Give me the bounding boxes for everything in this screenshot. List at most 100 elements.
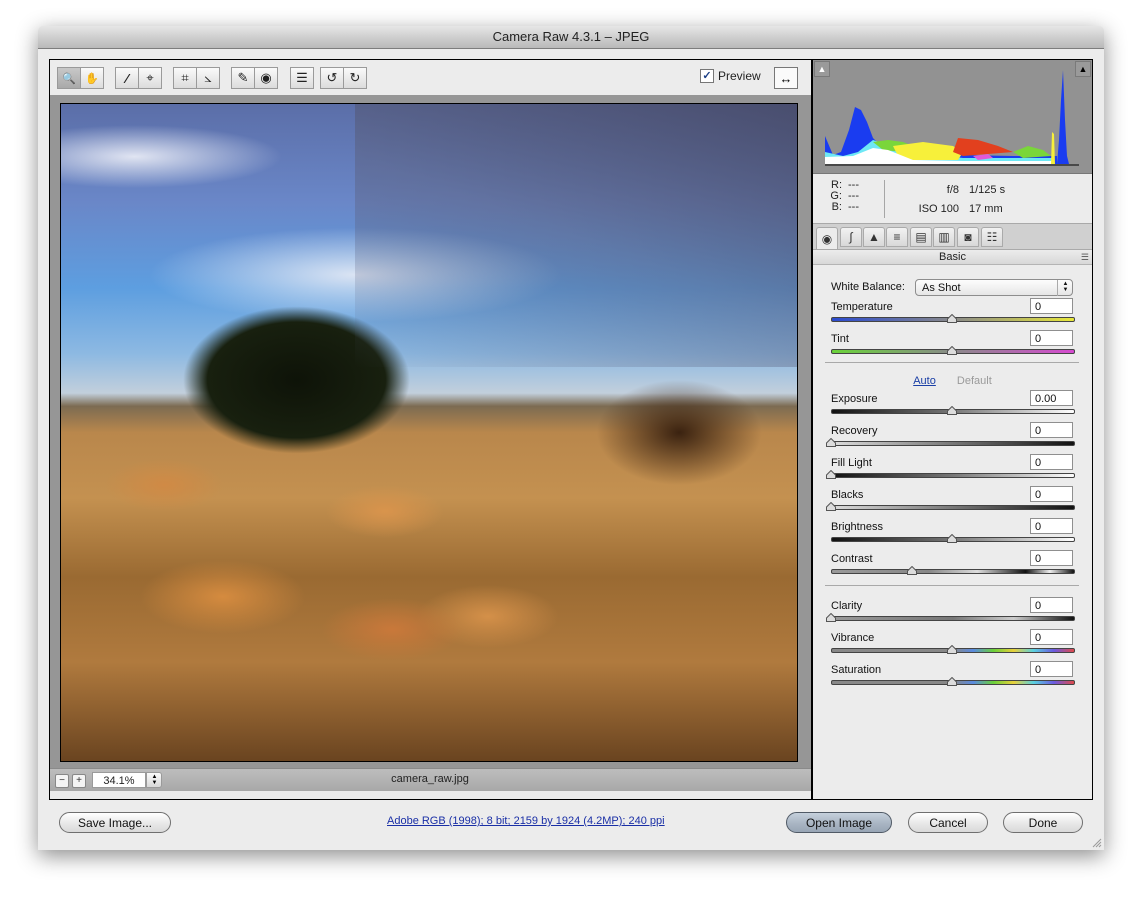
cancel-button[interactable]: Cancel (908, 812, 988, 833)
highlight-clipping-warning-button[interactable]: ▲ (1075, 61, 1091, 77)
vibrance-value-field[interactable]: 0 (1030, 629, 1073, 645)
saturation-value-field[interactable]: 0 (1030, 661, 1073, 677)
tab-hsl[interactable]: ≡ (886, 227, 908, 247)
panel-header: Basic ☰ (813, 249, 1092, 265)
crop-tools: ⌗ ⦣ (173, 67, 220, 89)
auto-default-links: Auto Default (813, 375, 1092, 387)
white-balance-tool-button[interactable]: ⁄ (115, 67, 139, 89)
zoom-in-button[interactable]: + (72, 774, 86, 788)
clarity-value-field[interactable]: 0 (1030, 597, 1073, 613)
camera-raw-window: Camera Raw 4.3.1 – JPEG 🔍 ✋ ⁄ ⌖ ⌗ ⦣ ✎ ◉ … (38, 26, 1104, 850)
fill-light-value-field[interactable]: 0 (1030, 454, 1073, 470)
white-balance-select[interactable]: As Shot ▲▼ (915, 279, 1073, 296)
tab-detail[interactable]: ▲ (863, 227, 885, 247)
sliders-icon: ☷ (986, 230, 998, 244)
rotate-ccw-button[interactable]: ↺ (320, 67, 344, 89)
tint-slider-thumb[interactable] (947, 346, 957, 355)
tint-value-field[interactable]: 0 (1030, 330, 1073, 346)
contrast-slider-thumb[interactable] (906, 566, 917, 575)
hand-tool-button[interactable]: ✋ (80, 67, 104, 89)
blacks-slider[interactable] (831, 505, 1075, 510)
image-canvas[interactable] (50, 95, 811, 768)
vibrance-slider-thumb[interactable] (947, 645, 957, 654)
triangle-up-icon: ▲ (817, 64, 827, 74)
toolbar: 🔍 ✋ ⁄ ⌖ ⌗ ⦣ ✎ ◉ ☰ ↺ ↻ ✓ Preview ↔ (50, 60, 811, 95)
tab-camera-calibration[interactable]: ◙ (957, 227, 979, 247)
rotate-cw-button[interactable]: ↻ (343, 67, 367, 89)
recovery-slider-thumb[interactable] (826, 438, 836, 447)
save-image-button[interactable]: Save Image... (59, 812, 171, 833)
b-label: B: (831, 201, 842, 213)
crop-tool-button[interactable]: ⌗ (173, 67, 197, 89)
auto-link[interactable]: Auto (913, 375, 936, 387)
zoom-tool-button[interactable]: 🔍 (57, 67, 81, 89)
tab-basic[interactable]: ◉ (816, 227, 838, 249)
resize-grip-icon[interactable] (1090, 836, 1102, 848)
default-link[interactable]: Default (957, 375, 992, 387)
aperture-icon: ◉ (821, 231, 833, 246)
clarity-slider[interactable] (831, 616, 1075, 621)
straighten-tool-button[interactable]: ⦣ (196, 67, 220, 89)
stepper-arrows-icon: ▲▼ (151, 774, 158, 786)
focal-length: 17 mm (969, 203, 1003, 215)
straighten-icon: ⦣ (204, 70, 212, 85)
window-title: Camera Raw 4.3.1 – JPEG (38, 26, 1104, 49)
brightness-slider-thumb[interactable] (947, 534, 957, 543)
rotate-tools: ↺ ↻ (320, 67, 367, 89)
shadow-clipping-warning-button[interactable]: ▲ (814, 61, 830, 77)
tab-presets[interactable]: ☷ (981, 227, 1003, 247)
dialog-footer: Save Image... Adobe RGB (1998); 8 bit; 2… (38, 805, 1104, 850)
panel-menu-icon[interactable]: ☰ (1081, 250, 1089, 264)
open-image-button[interactable]: Open Image (786, 812, 892, 833)
red-eye-tool-button[interactable]: ◉ (254, 67, 278, 89)
list-icon: ☰ (296, 70, 308, 85)
fullscreen-button[interactable]: ↔ (774, 67, 798, 89)
fill-light-slider[interactable] (831, 473, 1075, 478)
preview-label: Preview (718, 69, 761, 83)
camera-icon: ◙ (964, 230, 972, 244)
hsl-icon: ≡ (893, 230, 901, 244)
workflow-options-link[interactable]: Adobe RGB (1998); 8 bit; 2159 by 1924 (4… (387, 815, 665, 827)
tab-lens-corrections[interactable]: ▥ (933, 227, 955, 247)
done-button[interactable]: Done (1003, 812, 1083, 833)
blacks-value-field[interactable]: 0 (1030, 486, 1073, 502)
contrast-slider[interactable] (831, 569, 1075, 574)
sampler-tools: ⁄ ⌖ (115, 67, 162, 89)
retouch-tool-button[interactable]: ✎ (231, 67, 255, 89)
exposure-slider-thumb[interactable] (947, 406, 957, 415)
fill-light-slider-thumb[interactable] (826, 470, 836, 479)
recovery-slider[interactable] (831, 441, 1075, 446)
zoom-level-stepper[interactable]: ▲▼ (146, 772, 162, 788)
temperature-slider-thumb[interactable] (947, 314, 957, 323)
adjustments-pane: ▲ ▲ R: --- G: --- B: --- f/8 1/125 s ISO 100… (812, 59, 1093, 800)
preview-toggle[interactable]: ✓ Preview (700, 69, 761, 83)
color-sampler-tool-button[interactable]: ⌖ (138, 67, 162, 89)
tab-split-toning[interactable]: ▤ (910, 227, 932, 247)
tab-tone-curve[interactable]: ∫ (840, 227, 862, 247)
shutter-speed: 1/125 s (969, 184, 1006, 196)
preferences-button[interactable]: ☰ (290, 67, 314, 89)
brightness-value-field[interactable]: 0 (1030, 518, 1073, 534)
contrast-value-field[interactable]: 0 (1030, 550, 1073, 566)
temperature-value-field[interactable]: 0 (1030, 298, 1073, 314)
fullscreen-icon: ↔ (779, 70, 793, 86)
vibrance-label: Vibrance (831, 632, 875, 644)
recovery-value-field[interactable]: 0 (1030, 422, 1073, 438)
split-toning-icon: ▤ (915, 230, 927, 244)
photo-preview[interactable] (60, 103, 798, 762)
clarity-slider-thumb[interactable] (826, 613, 836, 622)
saturation-slider-thumb[interactable] (947, 677, 957, 686)
zoom-level-field[interactable]: 34.1% (92, 772, 146, 788)
navigation-tools: 🔍 ✋ (57, 67, 104, 89)
exposure-label: Exposure (831, 393, 878, 405)
recovery-label: Recovery (831, 425, 878, 437)
fill-light-label: Fill Light (831, 457, 872, 469)
zoom-out-button[interactable]: − (55, 774, 69, 788)
detail-icon: ▲ (868, 230, 880, 244)
preview-checkbox[interactable]: ✓ (700, 69, 714, 83)
histogram-red-channel (953, 138, 1013, 156)
image-pane: 🔍 ✋ ⁄ ⌖ ⌗ ⦣ ✎ ◉ ☰ ↺ ↻ ✓ Preview ↔ − + 34… (49, 59, 812, 800)
blacks-slider-thumb[interactable] (826, 502, 836, 511)
b-value: --- (848, 201, 859, 213)
exposure-value-field[interactable]: 0.00 (1030, 390, 1073, 406)
